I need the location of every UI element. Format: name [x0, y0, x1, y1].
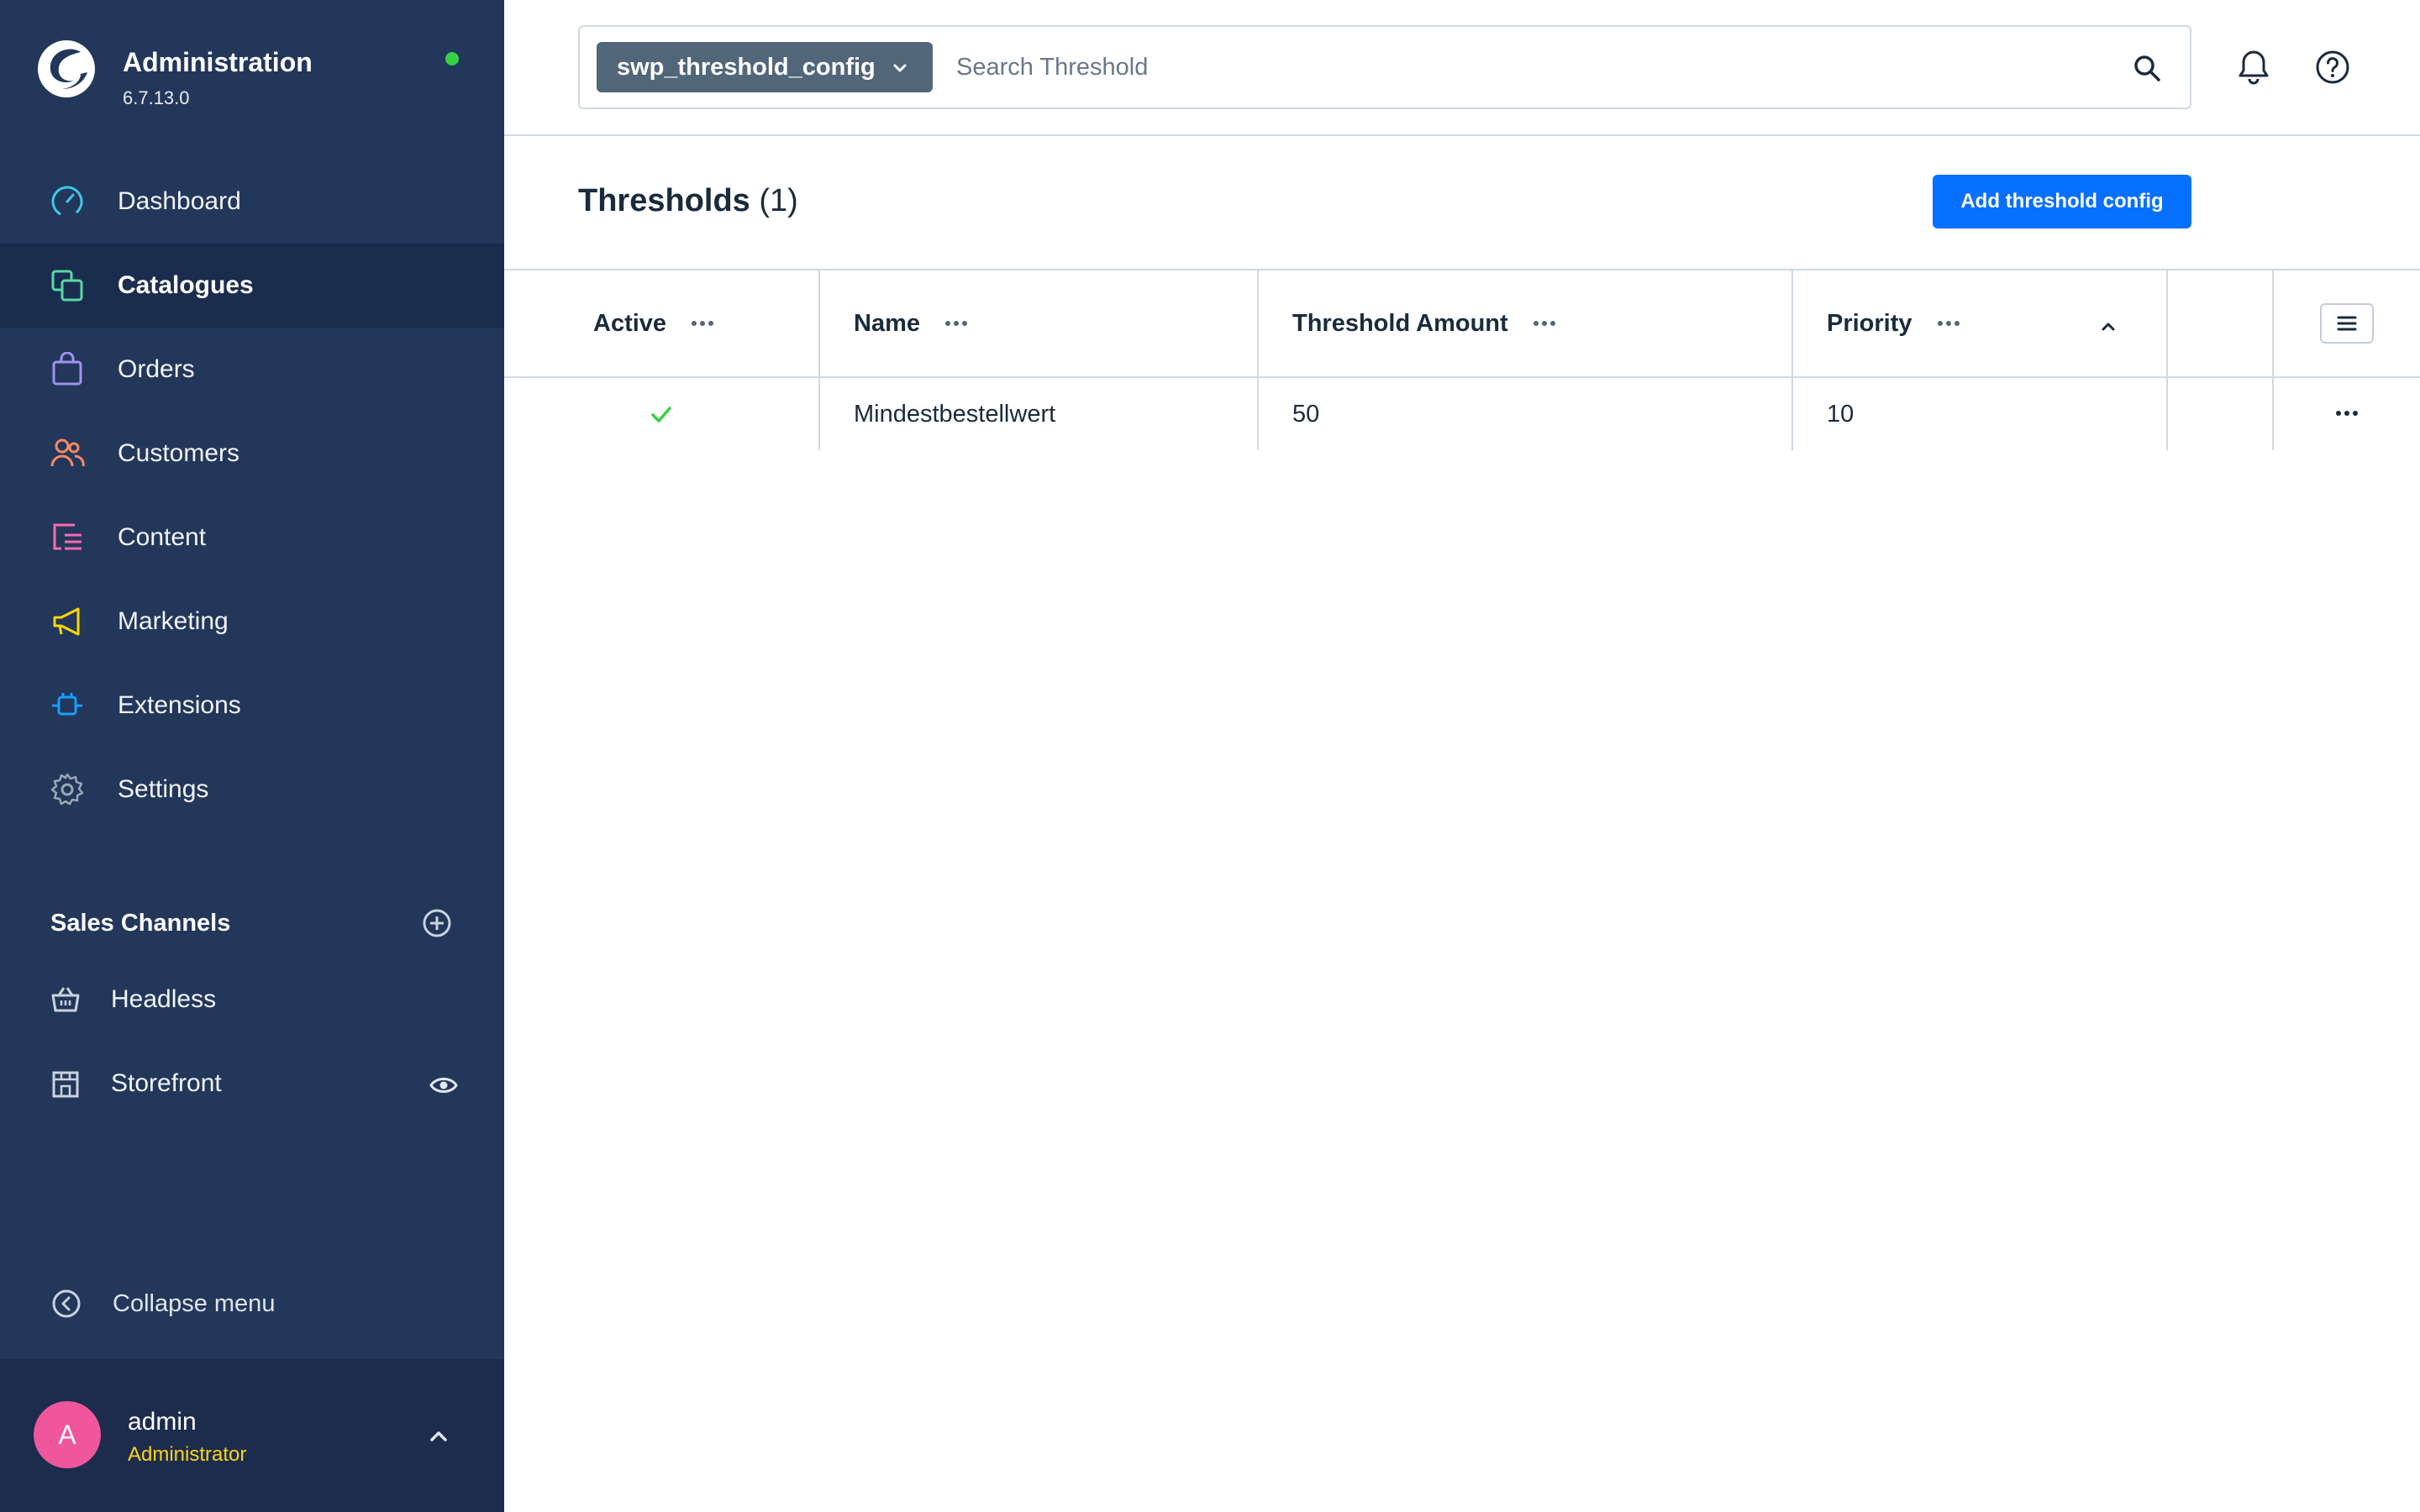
sidebar-item-marketing[interactable]: Marketing	[0, 580, 504, 664]
column-options-icon[interactable]	[1936, 319, 1961, 328]
cell-spacer	[2166, 378, 2272, 450]
column-header-active[interactable]: Active	[504, 270, 818, 376]
user-profile-bar[interactable]: A admin Administrator	[0, 1359, 504, 1512]
help-icon[interactable]	[2309, 44, 2356, 91]
app-title: Administration	[123, 47, 313, 77]
add-sales-channel-icon[interactable]	[420, 906, 454, 940]
search-entity-label: swp_threshold_config	[617, 53, 876, 81]
list-icon	[2337, 316, 2357, 331]
status-indicator	[445, 52, 459, 66]
collapse-menu-button[interactable]: Collapse menu	[50, 1280, 275, 1327]
brand: Administration 6.7.13.0	[37, 39, 474, 114]
sidebar-item-label: Extensions	[118, 691, 241, 719]
main-navigation: Dashboard Catalogues Orders Customers Co…	[0, 160, 504, 832]
cell-row-actions	[2272, 378, 2420, 450]
search-input[interactable]	[956, 44, 2116, 91]
user-role: Administrator	[128, 1443, 247, 1466]
add-threshold-config-button[interactable]: Add threshold config	[1933, 175, 2191, 228]
table-row[interactable]: Mindestbestellwert 50 10	[504, 378, 2420, 450]
top-bar: swp_threshold_config	[504, 0, 2420, 136]
content-header: Thresholds (1) Add threshold config	[504, 138, 2420, 269]
avatar: A	[34, 1401, 101, 1468]
column-options-icon[interactable]	[944, 319, 969, 328]
chevron-left-circle-icon	[52, 1289, 81, 1318]
settings-icon	[49, 771, 86, 808]
column-header-priority[interactable]: Priority	[1791, 270, 2166, 376]
sidebar-item-label: Catalogues	[118, 271, 254, 299]
sales-channel-label: Storefront	[111, 1069, 222, 1097]
sales-channel-storefront[interactable]: Storefront	[47, 1058, 459, 1109]
sidebar-item-settings[interactable]: Settings	[0, 748, 504, 832]
app-version: 6.7.13.0	[123, 87, 190, 108]
cell-priority: 10	[1791, 378, 2166, 450]
sales-channel-headless[interactable]: Headless	[47, 974, 459, 1025]
sidebar-item-label: Dashboard	[118, 187, 241, 215]
search-icon[interactable]	[2131, 52, 2163, 84]
cell-name[interactable]: Mindestbestellwert	[818, 378, 1257, 450]
cell-name-value[interactable]: Mindestbestellwert	[854, 401, 1055, 428]
row-actions-icon[interactable]	[2334, 407, 2360, 422]
checkmark-icon	[651, 407, 671, 423]
sales-channels-header: Sales Channels	[50, 902, 454, 944]
basket-icon	[47, 981, 84, 1018]
sales-channel-label: Headless	[111, 985, 217, 1013]
column-header-settings	[2272, 270, 2420, 376]
eye-icon[interactable]	[429, 1070, 459, 1100]
dashboard-icon	[49, 183, 86, 220]
column-title: Threshold Amount	[1292, 309, 1508, 337]
sidebar-item-label: Customers	[118, 439, 240, 467]
extensions-icon	[49, 687, 86, 724]
cell-priority-value: 10	[1827, 400, 1854, 428]
search-bar: swp_threshold_config	[578, 25, 2191, 109]
sidebar-item-label: Orders	[118, 355, 195, 383]
sales-channels-title: Sales Channels	[50, 909, 231, 937]
storefront-icon	[47, 1065, 84, 1102]
column-options-icon[interactable]	[690, 319, 715, 328]
sidebar-item-orders[interactable]: Orders	[0, 328, 504, 412]
cell-threshold-amount-value: 50	[1292, 400, 1320, 428]
grid-header: Active Name Threshold Amount Priority	[504, 269, 2420, 378]
content-icon	[49, 519, 86, 556]
shopware-logo-icon	[38, 40, 95, 97]
page-title-count: (1)	[759, 183, 798, 218]
sidebar-item-content[interactable]: Content	[0, 496, 504, 580]
catalogues-icon	[49, 267, 86, 304]
chevron-down-icon	[893, 64, 907, 72]
sidebar: Administration 6.7.13.0 Dashboard Catalo…	[0, 0, 504, 1512]
sidebar-item-extensions[interactable]: Extensions	[0, 664, 504, 748]
grid-settings-button[interactable]	[2320, 303, 2374, 344]
column-title: Priority	[1827, 309, 1912, 337]
column-header-name[interactable]: Name	[818, 270, 1257, 376]
customers-icon	[49, 435, 86, 472]
column-header-threshold-amount[interactable]: Threshold Amount	[1257, 270, 1791, 376]
marketing-icon	[49, 603, 86, 640]
sidebar-item-label: Content	[118, 523, 207, 551]
chevron-up-icon[interactable]	[424, 1421, 454, 1452]
sort-ascending-icon[interactable]	[2099, 318, 2118, 336]
sidebar-item-customers[interactable]: Customers	[0, 412, 504, 496]
column-options-icon[interactable]	[1532, 319, 1557, 328]
sidebar-item-dashboard[interactable]: Dashboard	[0, 160, 504, 244]
page-title-text: Thresholds	[578, 183, 750, 218]
cell-active	[504, 378, 818, 450]
sidebar-item-label: Settings	[118, 775, 209, 803]
user-name: admin	[128, 1408, 197, 1436]
cell-threshold-amount: 50	[1257, 378, 1791, 450]
orders-icon	[49, 351, 86, 388]
bell-icon[interactable]	[2230, 44, 2277, 91]
column-title: Name	[854, 309, 920, 337]
sidebar-item-catalogues[interactable]: Catalogues	[0, 244, 504, 328]
threshold-grid: Active Name Threshold Amount Priority Mi…	[504, 269, 2420, 450]
collapse-menu-label: Collapse menu	[113, 1289, 276, 1317]
column-header-spacer	[2166, 270, 2272, 376]
page-title: Thresholds (1)	[578, 183, 798, 219]
search-entity-selector[interactable]: swp_threshold_config	[597, 42, 933, 92]
sidebar-item-label: Marketing	[118, 607, 229, 635]
column-title: Active	[593, 309, 667, 337]
